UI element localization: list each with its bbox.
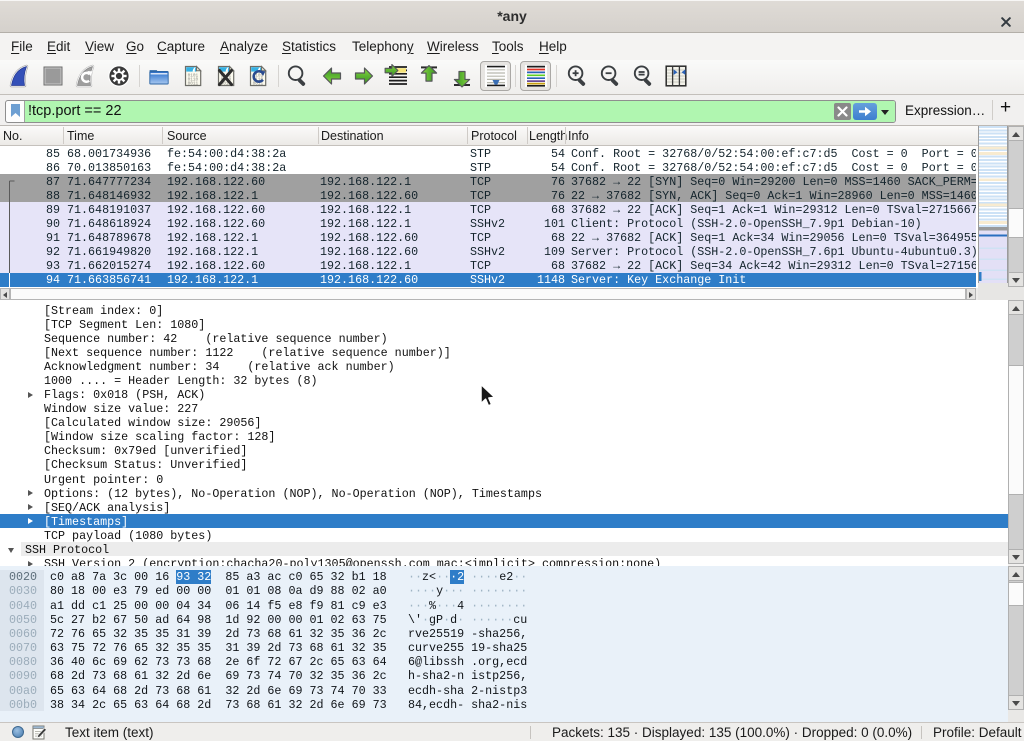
svg-text:0011: 0011 <box>188 82 199 87</box>
